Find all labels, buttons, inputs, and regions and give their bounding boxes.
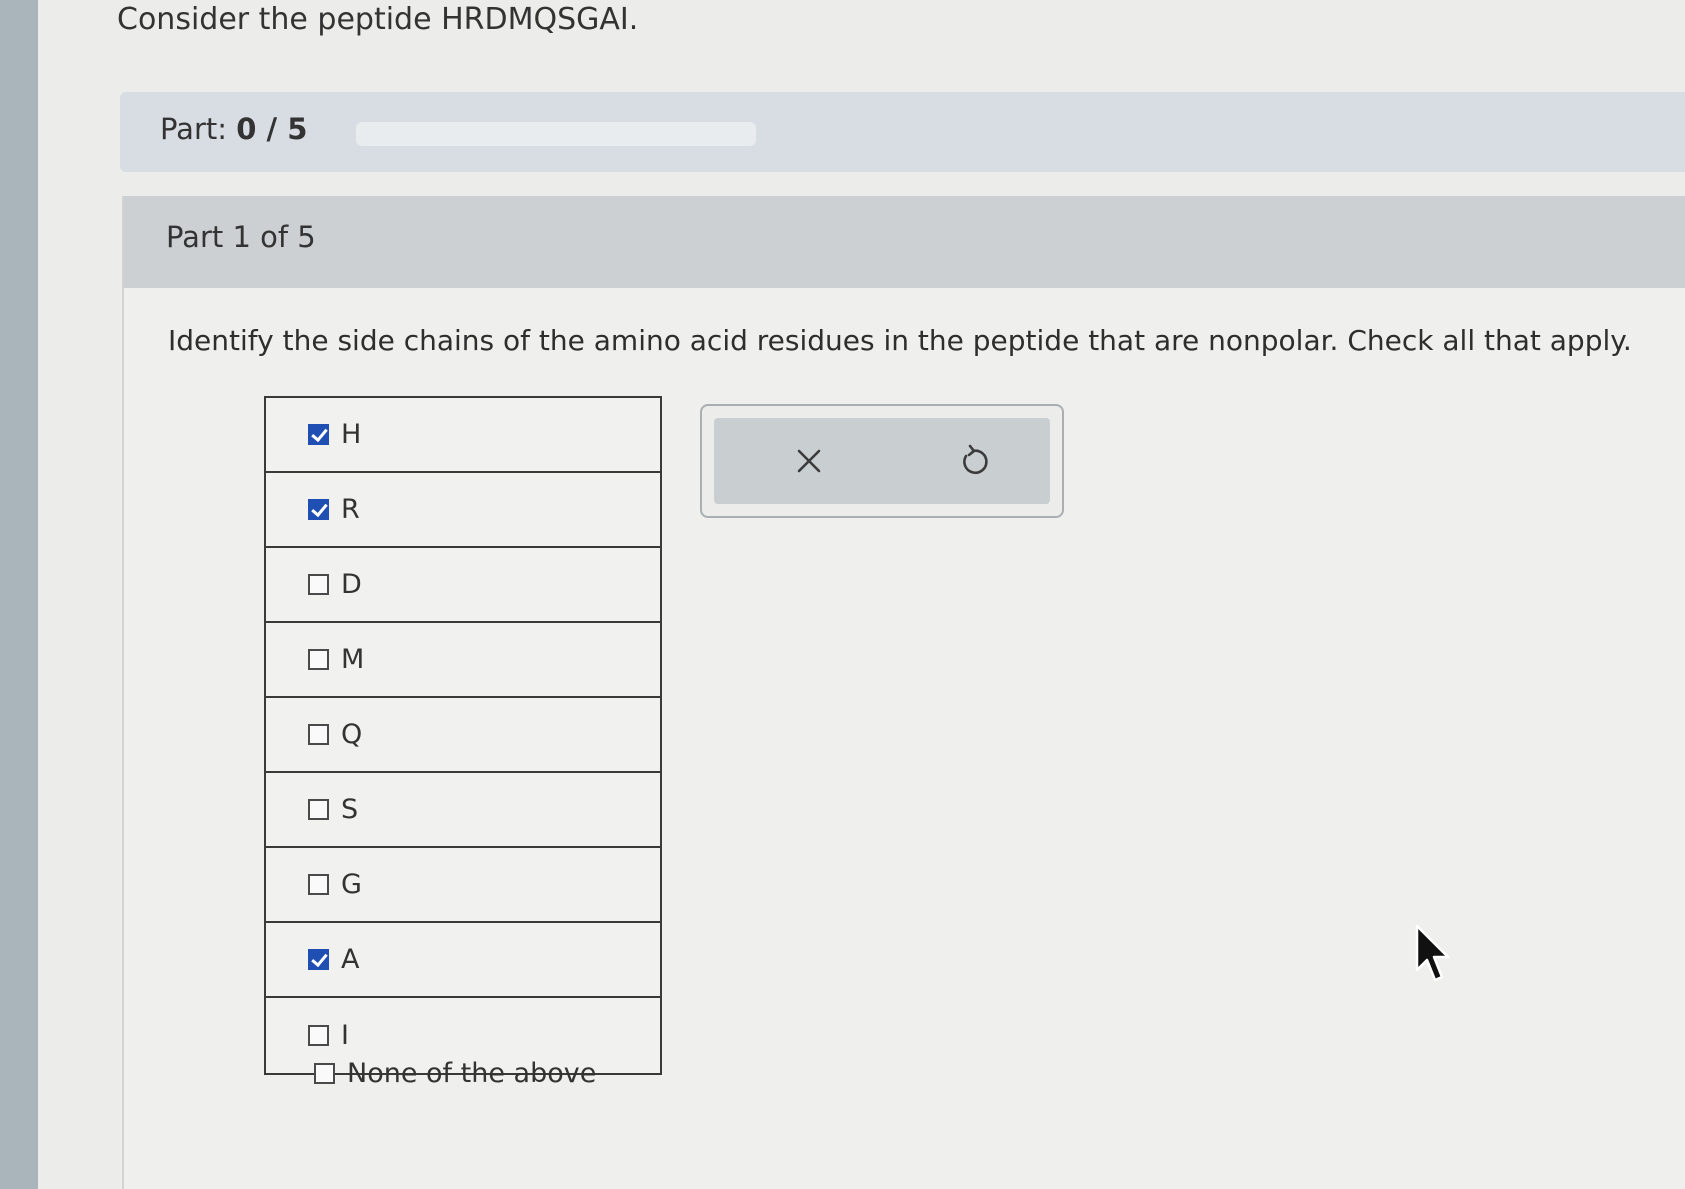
choice-row[interactable]: M xyxy=(266,623,660,698)
left-edge-strip xyxy=(0,0,38,1189)
close-icon xyxy=(797,449,821,473)
undo-button[interactable] xyxy=(954,439,998,483)
choice-row[interactable]: D xyxy=(266,548,660,623)
undo-icon xyxy=(963,444,988,474)
choice-checkbox[interactable] xyxy=(308,949,329,970)
choice-checkbox[interactable] xyxy=(308,724,329,745)
part-header-label: Part 1 of 5 xyxy=(166,220,316,254)
none-of-the-above-option[interactable]: None of the above xyxy=(314,1058,596,1089)
choice-checkbox[interactable] xyxy=(308,874,329,895)
none-of-the-above-label: None of the above xyxy=(347,1058,597,1089)
choice-label: H xyxy=(341,419,362,450)
choice-checkbox[interactable] xyxy=(308,1025,329,1046)
choice-label: A xyxy=(341,944,360,975)
choice-checkbox[interactable] xyxy=(308,649,329,670)
part-panel: Part 1 of 5 Identify the side chains of … xyxy=(122,196,1685,1189)
choice-label: S xyxy=(341,794,359,825)
progress-separator: / xyxy=(266,112,278,146)
action-box xyxy=(700,404,1064,518)
choice-row[interactable]: A xyxy=(266,923,660,998)
choice-checkbox[interactable] xyxy=(308,574,329,595)
choice-label: G xyxy=(341,869,362,900)
action-toolbar xyxy=(714,418,1050,504)
choice-checkbox[interactable] xyxy=(308,499,329,520)
question-title: Consider the peptide HRDMQSGAI. xyxy=(117,2,639,37)
clear-button[interactable] xyxy=(787,439,831,483)
choice-label: Q xyxy=(341,719,363,750)
choice-checkbox[interactable] xyxy=(308,799,329,820)
choice-row[interactable]: Q xyxy=(266,698,660,773)
progress-panel: Part: 0 / 5 xyxy=(120,92,1685,172)
choice-row[interactable]: S xyxy=(266,773,660,848)
choice-checkbox[interactable] xyxy=(308,424,329,445)
choice-label: D xyxy=(341,569,362,600)
progress-label-text: Part: xyxy=(160,112,228,146)
choice-label: R xyxy=(341,494,360,525)
mouse-cursor-icon xyxy=(1415,924,1450,982)
progress-current: 0 xyxy=(236,112,257,146)
none-of-the-above-checkbox[interactable] xyxy=(314,1063,335,1084)
choice-label: M xyxy=(341,644,365,675)
choice-row[interactable]: G xyxy=(266,848,660,923)
progress-track xyxy=(356,122,756,146)
choice-row[interactable]: R xyxy=(266,473,660,548)
part-header: Part 1 of 5 xyxy=(124,196,1685,288)
progress-total: 5 xyxy=(287,112,308,146)
progress-label: Part: 0 / 5 xyxy=(160,112,307,146)
choices-table: H R D M Q S G A I xyxy=(264,396,662,1075)
question-prompt: Identify the side chains of the amino ac… xyxy=(168,324,1632,357)
choice-row[interactable]: H xyxy=(266,398,660,473)
choice-label: I xyxy=(341,1020,349,1051)
